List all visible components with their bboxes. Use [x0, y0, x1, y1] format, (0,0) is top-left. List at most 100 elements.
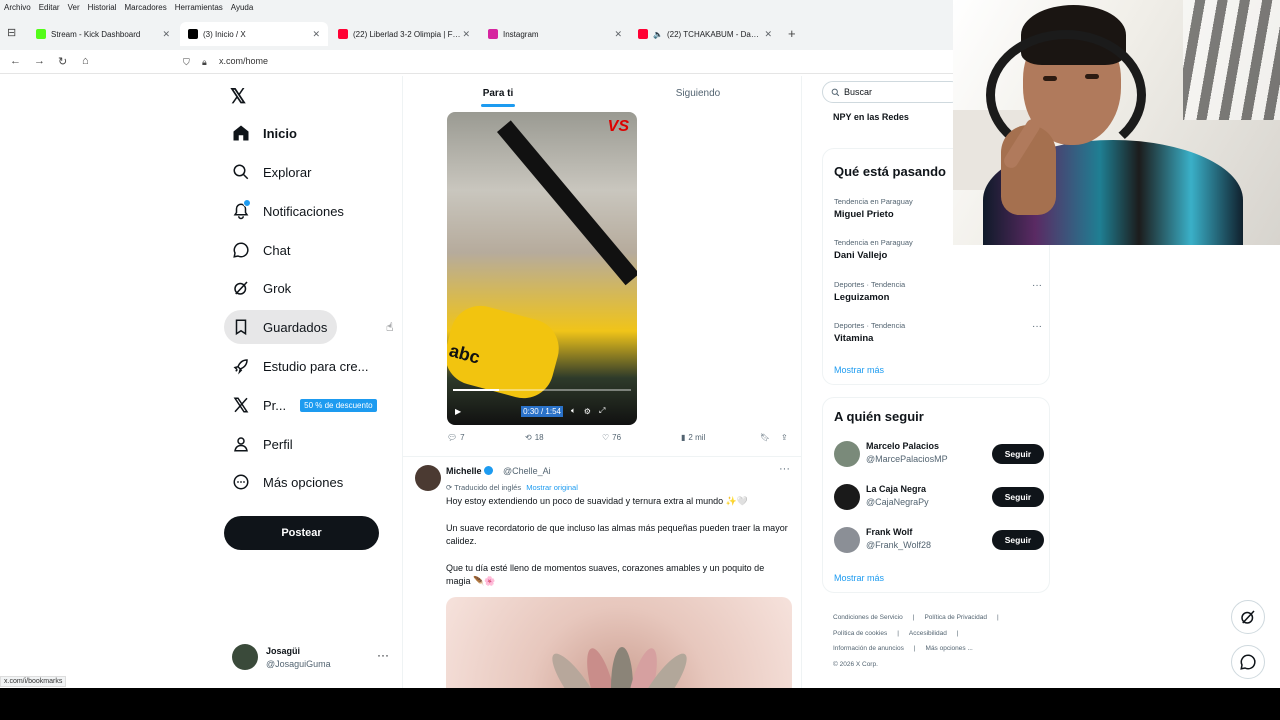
sidebar-item-estudio[interactable]: Estudio para cre...	[224, 349, 379, 383]
tab-youtube-tchakabum[interactable]: 🔈 (22) TCHAKABUM - Dança d ✕	[630, 22, 780, 46]
search-input[interactable]: Buscar	[822, 81, 962, 103]
tab-overview-icon[interactable]: ⊟	[7, 26, 16, 39]
close-tab-icon[interactable]: ✕	[614, 29, 622, 40]
more-icon[interactable]: ···	[779, 463, 790, 475]
post-button[interactable]: Postear	[224, 516, 379, 550]
home-button-icon[interactable]: ⌂	[82, 55, 89, 67]
share-button[interactable]: ⇪	[781, 433, 788, 442]
footer-link[interactable]: Más opciones ...	[926, 645, 973, 652]
tweet-image[interactable]	[446, 597, 792, 688]
reply-button[interactable]: 💬︎ 7	[447, 433, 465, 442]
sidebar-item-perfil[interactable]: Perfil	[224, 427, 303, 461]
show-more-trends-link[interactable]: Mostrar más	[834, 365, 884, 375]
tweet-author-name[interactable]: Michelle	[446, 466, 493, 476]
tweet-paragraph: Un suave recordatorio de que incluso las…	[446, 522, 788, 547]
reply-icon: 💬︎	[447, 433, 458, 442]
avatar[interactable]	[834, 441, 860, 467]
footer-link[interactable]: Información de anuncios	[833, 645, 904, 652]
follow-suggestion-name[interactable]: Marcelo Palacios	[866, 441, 939, 451]
tab-youtube-liberlad[interactable]: (22) Liberlad 3-2 Olimpia | Fech ✕	[330, 22, 478, 46]
translation-note: ⟳ Traducido del inglés Mostrar original	[446, 483, 578, 492]
more-icon[interactable]: ···	[377, 648, 389, 662]
menu-archivo[interactable]: Archivo	[4, 3, 31, 12]
menu-herramientas[interactable]: Herramientas	[175, 3, 223, 12]
trend-npy[interactable]: NPY en las Redes	[833, 112, 909, 122]
avatar[interactable]	[834, 484, 860, 510]
status-bar-url: x.com/i/bookmarks	[0, 676, 67, 687]
footer-link[interactable]: Política de Privacidad	[924, 614, 987, 621]
forward-icon[interactable]: →	[34, 55, 45, 67]
close-tab-icon[interactable]: ✕	[312, 29, 320, 40]
close-tab-icon[interactable]: ✕	[462, 29, 470, 40]
play-icon[interactable]: ▶	[455, 407, 461, 416]
close-tab-icon[interactable]: ✕	[764, 29, 772, 40]
sidebar-item-inicio[interactable]: Inicio	[224, 116, 307, 150]
follow-suggestion-name[interactable]: La Caja Negra	[866, 484, 926, 494]
sidebar-item-mas-opciones[interactable]: Más opciones	[224, 465, 353, 499]
sidebar-item-grok[interactable]: Grok	[224, 271, 301, 305]
more-icon[interactable]: ···	[1032, 280, 1042, 291]
sidebar-item-chat[interactable]: Chat	[224, 233, 300, 267]
lock-icon[interactable]: 🔒︎	[202, 57, 207, 68]
footer-link[interactable]: Accesibilidad	[909, 630, 947, 637]
views-button[interactable]: ▮ 2 mil	[681, 433, 705, 442]
footer-link[interactable]: Política de cookies	[833, 630, 887, 637]
sidebar-item-notificaciones[interactable]: Notificaciones	[224, 194, 354, 228]
video-player[interactable]: abc VS ▶ 0:30 / 1:54 🔈︎ ⚙ ⤢	[447, 112, 637, 425]
sidebar-item-label: Guardados	[263, 319, 328, 335]
settings-gear-icon[interactable]: ⚙	[584, 407, 591, 416]
back-icon[interactable]: ←	[10, 55, 21, 67]
tab-para-ti[interactable]: Para ti	[403, 76, 593, 111]
sidebar-item-explorar[interactable]: Explorar	[224, 155, 321, 189]
url-field[interactable]: x.com/home	[219, 56, 268, 66]
trend-item[interactable]: Dani Vallejo	[834, 250, 887, 261]
trend-item[interactable]: Miguel Prieto	[834, 209, 894, 220]
tab-siguiendo[interactable]: Siguiendo	[593, 76, 801, 111]
shield-icon[interactable]: ⛉	[183, 57, 190, 68]
follow-button[interactable]: Seguir	[992, 444, 1044, 464]
grok-floating-button[interactable]	[1231, 600, 1265, 634]
bookmark-icon: 🔖︎	[760, 433, 771, 442]
menu-editar[interactable]: Editar	[39, 3, 60, 12]
tweet-author-handle[interactable]: @Chelle_Ai	[503, 466, 551, 476]
sidebar-item-label: Perfil	[263, 436, 293, 452]
new-tab-button[interactable]: +	[788, 26, 796, 41]
footer-links: Condiciones de Servicio | Política de Priv…	[833, 610, 1043, 672]
follow-suggestion-name[interactable]: Frank Wolf	[866, 527, 912, 537]
menu-historial[interactable]: Historial	[88, 3, 117, 12]
trend-item[interactable]: Vitamina	[834, 333, 873, 344]
tab-instagram[interactable]: Instagram ✕	[480, 22, 630, 46]
volume-icon[interactable]: 🔈︎	[571, 406, 576, 416]
reload-icon[interactable]: ↻	[58, 55, 67, 68]
tab-x-home[interactable]: (3) Inicio / X ✕	[180, 22, 328, 46]
messages-floating-button[interactable]	[1231, 645, 1265, 679]
repost-button[interactable]: ⟲ 18	[525, 433, 544, 442]
show-original-link[interactable]: Mostrar original	[526, 483, 578, 492]
follow-button[interactable]: Seguir	[992, 530, 1044, 550]
menu-marcadores[interactable]: Marcadores	[125, 3, 167, 12]
sidebar-item-guardados[interactable]: Guardados	[224, 310, 338, 344]
close-tab-icon[interactable]: ✕	[162, 29, 170, 40]
bookmark-button[interactable]: 🔖︎	[760, 433, 770, 442]
menu-ver[interactable]: Ver	[68, 3, 80, 12]
avatar[interactable]	[415, 465, 441, 491]
more-icon[interactable]: ···	[1032, 321, 1042, 332]
trend-item[interactable]: Leguizamon	[834, 292, 889, 303]
tab-kick[interactable]: Stream - Kick Dashboard ✕	[28, 22, 178, 46]
account-switcher[interactable]: Josagüi @JosaguiGuma ···	[232, 644, 392, 674]
footer-link[interactable]: Condiciones de Servicio	[833, 614, 903, 621]
x-logo-icon[interactable]: 𝕏	[230, 84, 246, 109]
tweet[interactable]: Michelle @Chelle_Ai ··· ⟳ Traducido del …	[403, 456, 801, 688]
screen: Archivo Editar Ver Historial Marcadores …	[0, 0, 1280, 720]
like-button[interactable]: ♡ 76	[602, 433, 621, 442]
sidebar-item-label: Estudio para cre...	[263, 358, 369, 374]
avatar[interactable]	[834, 527, 860, 553]
show-more-follow-link[interactable]: Mostrar más	[834, 573, 884, 583]
fullscreen-icon[interactable]: ⤢	[599, 406, 605, 416]
menu-ayuda[interactable]: Ayuda	[231, 3, 254, 12]
video-progress-bar[interactable]	[453, 389, 631, 391]
x-favicon-icon	[188, 29, 198, 39]
sidebar-item-premium[interactable]: Pr... 50 % de descuento	[224, 388, 387, 422]
follow-button[interactable]: Seguir	[992, 487, 1044, 507]
footer-separator: |	[996, 614, 999, 621]
